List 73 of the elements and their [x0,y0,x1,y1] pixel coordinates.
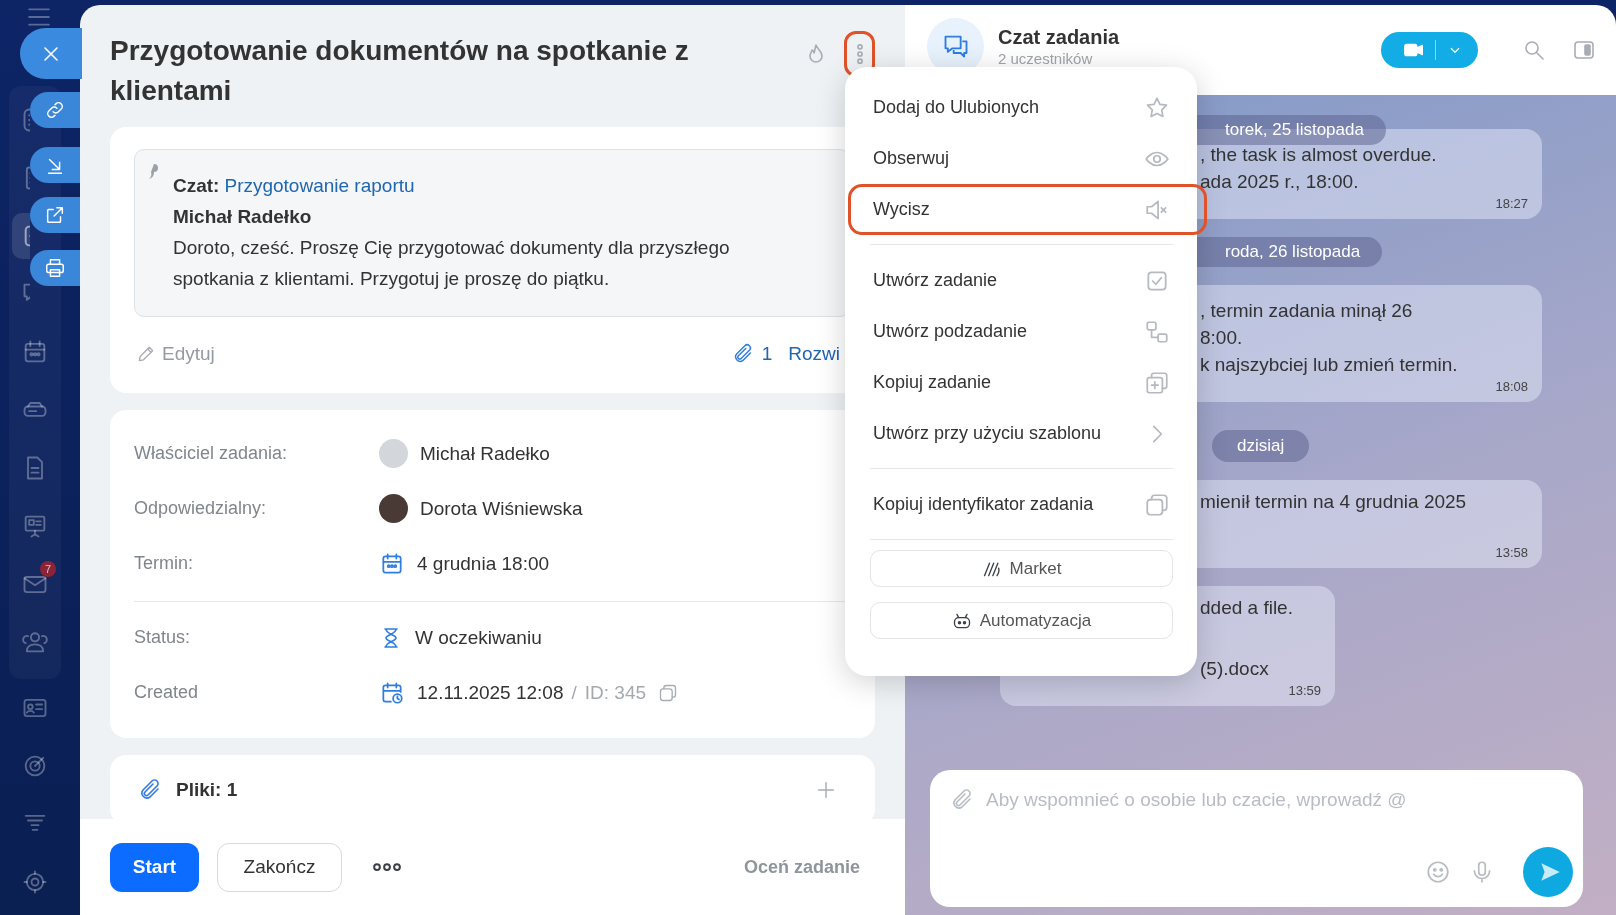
avatar [379,494,408,523]
plus-icon[interactable] [815,779,837,801]
paperclip-icon [138,778,162,802]
paperclip-icon[interactable] [950,788,974,812]
message-text: k najszybciej lub zmień termin. [1200,353,1458,377]
message-text: 8:00. [1200,326,1243,350]
calendar-clock-icon [379,679,405,706]
copy-icon [1144,491,1170,518]
send-button[interactable] [1523,847,1573,897]
finish-button[interactable]: Zakończ [217,842,342,892]
field-label: Termin: [134,553,194,574]
message-field[interactable]: Aby wspomnieć o osobie lub czacie, wprowadź @ [984,788,1573,812]
files-label: Pliki: 1 [176,779,238,801]
message-text: , the task is almost overdue. [1200,143,1437,167]
chat-label: Czat: [173,175,220,196]
market-button[interactable]: Market [870,550,1173,587]
message-time: 18:27 [1495,195,1528,213]
field-label: Status: [134,627,192,648]
field-label: Odpowiedzialny: [134,498,268,519]
attachments-link[interactable]: 1 [731,343,773,365]
date-label: dzisiaj [1212,430,1310,462]
message-time: 18:08 [1495,378,1528,396]
open-new-window-button[interactable] [30,197,80,233]
copy-icon[interactable] [658,682,679,703]
expand-link[interactable]: Rozwi [788,343,840,365]
sidebar-item[interactable]: 7 [12,561,58,607]
menu-item[interactable]: Kopiuj identyfikator zadania [848,479,1195,530]
smiley-icon[interactable] [1425,859,1451,885]
print-icon [44,257,66,279]
pencil-icon [136,344,156,364]
video-call-button[interactable] [1381,32,1478,68]
separator-text: / [571,681,577,704]
menu-icon[interactable] [28,6,50,28]
search-icon[interactable] [1522,38,1546,62]
task-id: ID: 345 [584,681,647,704]
deadline-link[interactable]: 4 grudnia 18:00 [417,552,550,575]
field-label: Właściciel zadania: [134,443,289,464]
person-link[interactable]: Michał Radełko [420,442,550,465]
external-link-icon [44,204,66,226]
message-text: Doroto, cześć. Proszę Cię przygotować dokumenty dla przyszłego spotkania z klientami. Przygotuj je proszę do piątku. [173,236,731,291]
author-name: Michał Radełko [173,205,313,229]
menu-item[interactable]: Kopiuj zadanie [848,357,1195,408]
print-button[interactable] [30,250,80,286]
status-text: W oczekiwaniu [415,626,542,649]
subtask-icon [1144,318,1170,345]
field-label: Created [134,682,200,703]
participants-count: 2 uczestników [998,50,1094,68]
sidebar-toggle-icon[interactable] [1572,38,1596,62]
close-button[interactable] [20,28,82,79]
copy-plus-icon [1144,369,1170,396]
file-name[interactable]: (5).docx [1200,655,1269,682]
avatar [379,439,408,468]
task-title: Przygotowanie dokumentów na spotkanie z klientami [110,34,690,108]
automation-button[interactable]: Automatyzacja [870,602,1173,639]
notification-badge: 7 [40,561,56,577]
calendar-icon [379,550,405,577]
message-text: , termin zadania minął 26 [1200,299,1413,323]
created-date: 12.11.2025 12:08 [417,681,564,704]
chat-title: Czat zadania [998,25,1121,50]
message-time: 13:59 [1288,682,1321,700]
message-time: 13:58 [1495,544,1528,562]
menu-item[interactable]: Utwórz podzadanie [848,306,1195,357]
message-text: dded a file. [1200,596,1293,620]
start-button[interactable]: Start [110,842,199,892]
chat-link[interactable]: Przygotowanie raportu [224,175,415,196]
person-link[interactable]: Dorota Wiśniewska [420,497,583,520]
settings-icon [21,868,49,896]
download-button[interactable] [30,147,80,183]
kebab-icon [856,44,863,64]
menu-item[interactable]: Utwórz przy użyciu szablonu [848,408,1195,459]
copy-link-button[interactable] [30,92,80,128]
link-icon [44,99,66,121]
message-text: mienił termin na 4 grudnia 2025 [1200,490,1467,514]
